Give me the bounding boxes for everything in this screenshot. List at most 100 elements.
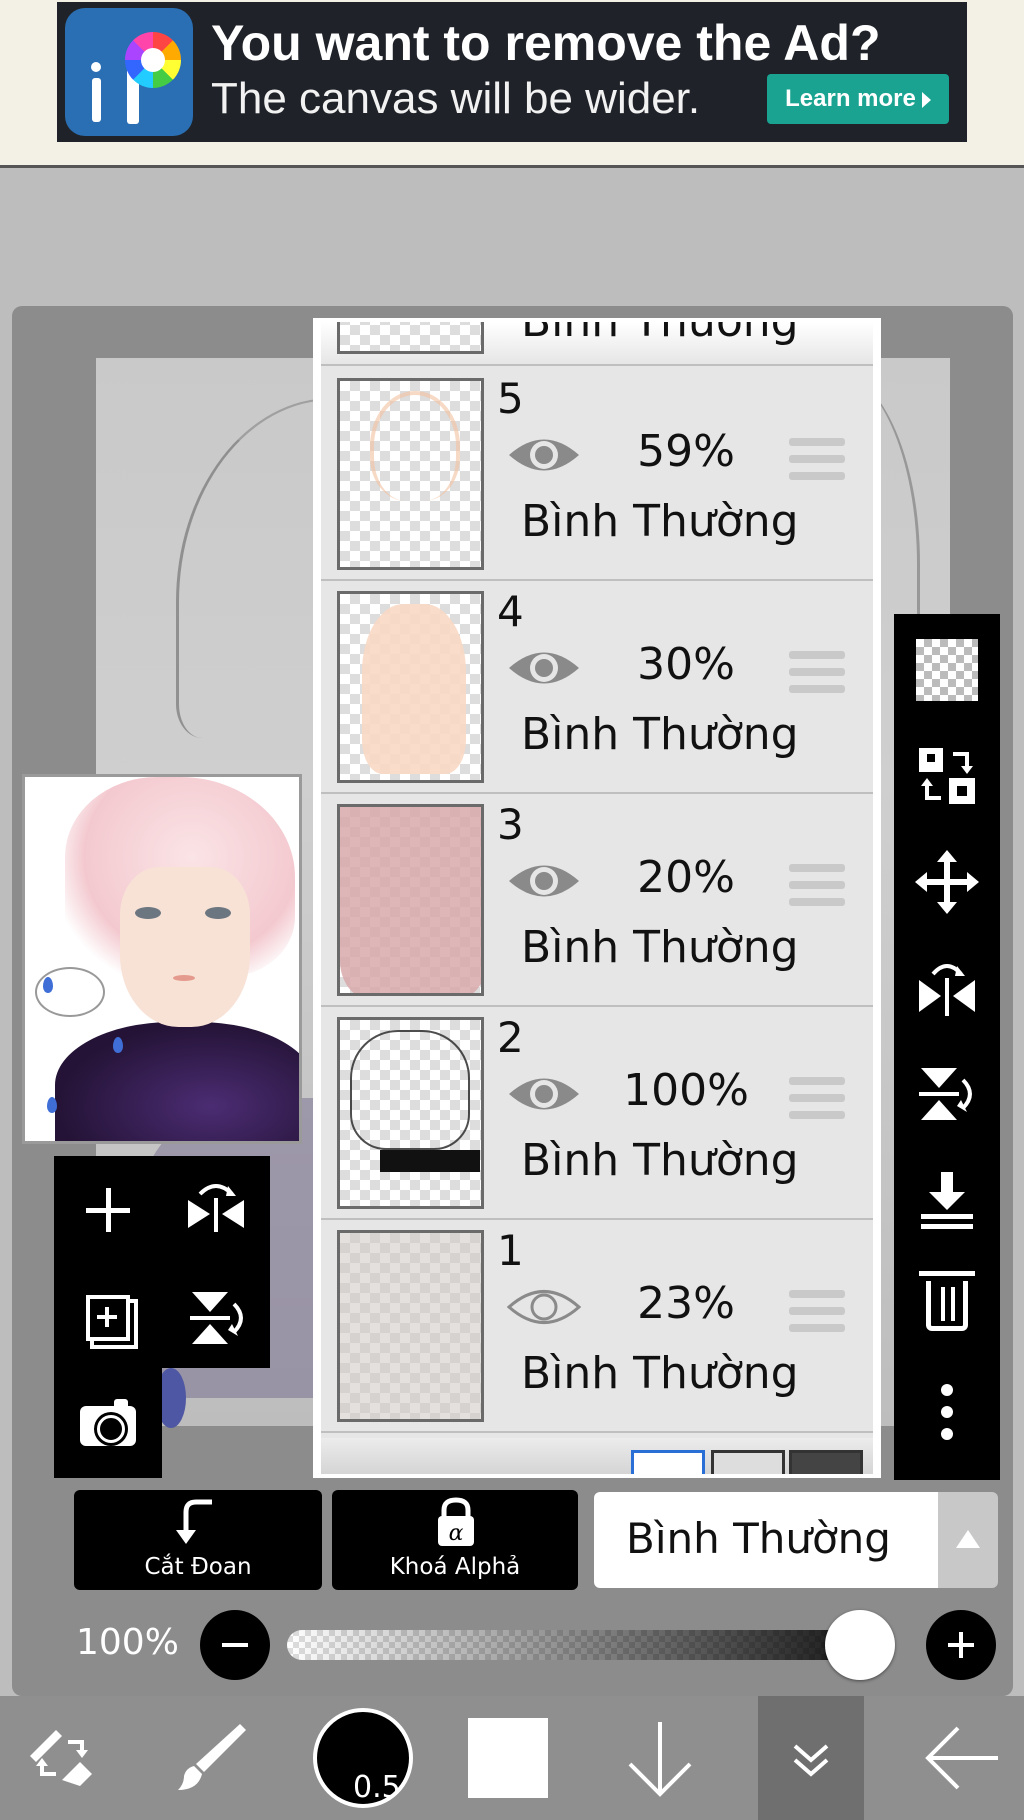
layers-panel-footer xyxy=(321,1438,873,1474)
layer-blend-mode[interactable]: Bình Thường xyxy=(521,922,799,973)
layer-number: 4 xyxy=(497,587,524,636)
layer-blend-mode[interactable]: Bình Thường xyxy=(521,709,799,760)
bottom-toolbar: 0.5 xyxy=(0,1696,1024,1820)
brush-icon xyxy=(178,1724,246,1790)
alpha-lock-button[interactable]: α Khoá Alphả xyxy=(332,1490,578,1590)
layer-row-partial[interactable]: Bình Thường xyxy=(321,322,873,366)
layers-collapse-icon xyxy=(793,1744,829,1777)
add-copy-layer-button[interactable] xyxy=(58,1268,158,1368)
drag-handle-icon[interactable] xyxy=(789,438,845,480)
blend-mode-dropdown-button[interactable] xyxy=(938,1492,998,1588)
layer-opacity[interactable]: 30% xyxy=(611,639,761,690)
delete-layer-button[interactable] xyxy=(894,1256,1000,1356)
layer-blend-mode[interactable]: Bình Thường xyxy=(521,496,799,547)
learn-more-button[interactable]: Learn more xyxy=(767,74,949,124)
flip-horizontal-button[interactable] xyxy=(894,938,1000,1038)
drag-handle-icon[interactable] xyxy=(789,1077,845,1119)
eye-icon[interactable] xyxy=(507,1069,581,1119)
layer-bg-white-option[interactable] xyxy=(631,1450,705,1474)
layer-blend-mode: Bình Thường xyxy=(521,322,799,347)
flip-layer-horizontal-button[interactable] xyxy=(166,1160,266,1260)
drag-handle-icon[interactable] xyxy=(789,651,845,693)
flip-vertical-icon xyxy=(190,1292,243,1344)
layer-thumbnail xyxy=(337,1230,484,1422)
swap-layer-button[interactable] xyxy=(894,726,1000,826)
more-options-button[interactable] xyxy=(894,1362,1000,1462)
ad-subtitle: The canvas will be wider. xyxy=(211,74,701,123)
import-photo-button[interactable] xyxy=(58,1376,158,1476)
camera-icon xyxy=(80,1399,136,1446)
svg-text:α: α xyxy=(449,1521,464,1546)
ad-banner[interactable]: You want to remove the Ad? The canvas wi… xyxy=(57,2,967,142)
color-swatch-icon xyxy=(468,1718,548,1798)
opacity-value-label: 100% xyxy=(76,1622,179,1663)
trash-icon xyxy=(919,1271,975,1331)
eye-icon[interactable] xyxy=(507,856,581,906)
flip-layer-vertical-button[interactable] xyxy=(166,1268,266,1368)
transparent-fill-button[interactable] xyxy=(894,620,1000,720)
clipping-label: Cắt Đoan xyxy=(144,1554,252,1580)
brush-size-value: 0.5 xyxy=(353,1770,401,1805)
layer-row[interactable]: 5 59% Bình Thường xyxy=(321,368,873,581)
layer-blend-mode[interactable]: Bình Thường xyxy=(521,1135,799,1186)
opacity-decrease-button[interactable] xyxy=(200,1610,270,1680)
opacity-slider-thumb[interactable] xyxy=(825,1610,895,1680)
back-arrow-icon xyxy=(925,1726,998,1790)
layer-thumbnail xyxy=(337,378,484,570)
layer-blend-mode[interactable]: Bình Thường xyxy=(521,1348,799,1399)
blend-mode-value: Bình Thường xyxy=(626,1514,891,1563)
arrow-down-icon xyxy=(628,1722,692,1797)
ad-bar: You want to remove the Ad? The canvas wi… xyxy=(0,0,1024,168)
layer-opacity[interactable]: 20% xyxy=(611,852,761,903)
add-layer-button[interactable] xyxy=(58,1160,158,1260)
eye-hidden-icon[interactable] xyxy=(507,1282,581,1332)
color-button[interactable] xyxy=(458,1696,558,1820)
tool-switch-icon xyxy=(30,1730,92,1786)
layer-row[interactable]: 1 23% Bình Thường xyxy=(321,1220,873,1433)
blend-mode-select[interactable]: Bình Thường xyxy=(594,1492,938,1588)
ibispaint-logo-icon xyxy=(65,8,193,136)
layers-button[interactable] xyxy=(758,1696,864,1820)
layers-panel: Bình Thường 5 59% Bình Thường 4 30% Bình Thườ… xyxy=(313,318,881,1478)
layer-row[interactable]: 3 20% Bình Thường xyxy=(321,794,873,1007)
eye-icon[interactable] xyxy=(507,430,581,480)
layer-bg-transparent-option[interactable] xyxy=(711,1450,785,1474)
more-icon xyxy=(941,1384,953,1440)
brush-tool-button[interactable] xyxy=(160,1696,260,1820)
layer-opacity[interactable]: 23% xyxy=(611,1278,761,1329)
clipping-arrow-icon xyxy=(176,1499,212,1544)
layer-number: 5 xyxy=(497,374,524,423)
swap-layer-icon xyxy=(919,748,975,804)
tool-switch-button[interactable] xyxy=(12,1696,112,1820)
opacity-increase-button[interactable] xyxy=(926,1610,996,1680)
layer-row[interactable]: 2 100% Bình Thường xyxy=(321,1007,873,1220)
clipping-button[interactable]: Cắt Đoan xyxy=(74,1490,322,1590)
merge-down-button[interactable] xyxy=(894,1150,1000,1250)
canvas-preview[interactable] xyxy=(22,774,302,1144)
brush-size-button[interactable]: 0.5 xyxy=(308,1696,418,1820)
opacity-slider-track[interactable] xyxy=(287,1630,887,1660)
layer-opacity[interactable]: 100% xyxy=(611,1065,761,1116)
layer-number: 2 xyxy=(497,1013,524,1062)
transparent-icon xyxy=(916,639,978,701)
layer-opacity[interactable]: 59% xyxy=(611,426,761,477)
arrow-down-button[interactable] xyxy=(610,1696,710,1820)
minus-icon xyxy=(222,1643,248,1647)
learn-more-label: Learn more xyxy=(785,85,916,112)
flip-horizontal-icon xyxy=(188,1184,244,1232)
move-layer-button[interactable] xyxy=(894,832,1000,932)
flip-horizontal-icon xyxy=(919,964,975,1016)
layer-row[interactable]: 4 30% Bình Thường xyxy=(321,581,873,794)
flip-vertical-icon xyxy=(919,1068,972,1120)
flip-vertical-button[interactable] xyxy=(894,1044,1000,1144)
back-button[interactable] xyxy=(912,1696,1012,1820)
layer-bg-dark-option[interactable] xyxy=(789,1450,863,1474)
drag-handle-icon[interactable] xyxy=(789,1290,845,1332)
layer-thumbnail xyxy=(337,591,484,783)
layer-number: 1 xyxy=(497,1226,524,1275)
ad-title: You want to remove the Ad? xyxy=(211,15,881,71)
layer-number: 3 xyxy=(497,800,524,849)
eye-icon[interactable] xyxy=(507,643,581,693)
chevron-right-icon xyxy=(921,91,931,108)
drag-handle-icon[interactable] xyxy=(789,864,845,906)
